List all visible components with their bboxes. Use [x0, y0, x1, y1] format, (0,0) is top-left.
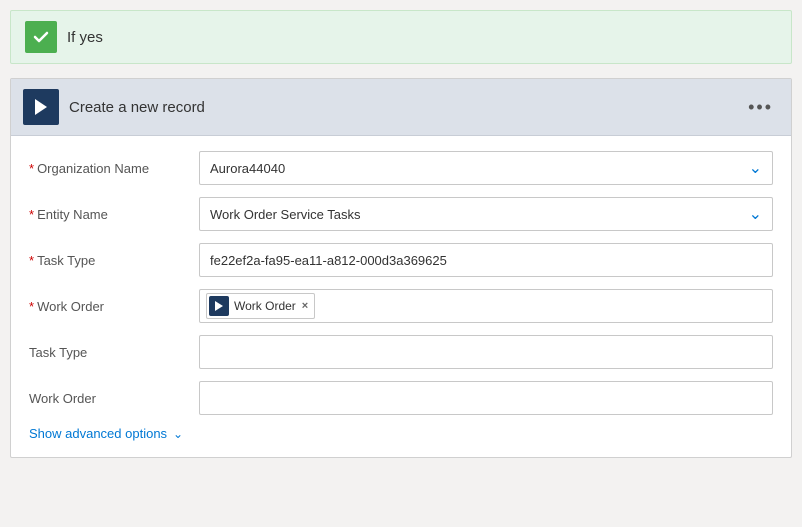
entity-name-label: *Entity Name [29, 207, 199, 222]
work-order-required-label: *Work Order [29, 299, 199, 314]
required-star-2: * [29, 207, 34, 222]
tag-remove-button[interactable]: × [302, 300, 308, 312]
required-star-3: * [29, 253, 34, 268]
tag-action-icon [209, 296, 229, 316]
task-type-required-input[interactable] [199, 243, 773, 277]
task-type-required-label: *Task Type [29, 253, 199, 268]
if-yes-header: If yes [10, 10, 792, 64]
org-name-chevron-icon: ⌄ [749, 158, 762, 178]
entity-name-row: *Entity Name Work Order Service Tasks ⌄ [29, 196, 773, 232]
org-name-label: *Organization Name [29, 161, 199, 176]
work-order-tag: Work Order × [206, 293, 315, 319]
task-type-row: Task Type [29, 334, 773, 370]
work-order-label: Work Order [29, 391, 199, 406]
card-header: Create a new record ••• [11, 79, 791, 136]
advanced-options-row: Show advanced options ⌄ [29, 426, 773, 441]
work-order-control [199, 381, 773, 415]
check-icon [25, 21, 57, 53]
if-yes-label: If yes [67, 29, 103, 46]
task-type-required-row: *Task Type [29, 242, 773, 278]
required-star: * [29, 161, 34, 176]
work-order-row: Work Order [29, 380, 773, 416]
tag-label-text: Work Order [234, 299, 296, 313]
required-star-4: * [29, 299, 34, 314]
task-type-input[interactable] [199, 335, 773, 369]
org-name-control: Aurora44040 ⌄ [199, 151, 773, 185]
org-name-value: Aurora44040 [210, 161, 743, 176]
card-title: Create a new record [69, 99, 742, 116]
action-icon [23, 89, 59, 125]
work-order-input[interactable] [199, 381, 773, 415]
show-advanced-options-button[interactable]: Show advanced options ⌄ [29, 426, 183, 441]
entity-name-control: Work Order Service Tasks ⌄ [199, 197, 773, 231]
more-options-button[interactable]: ••• [742, 94, 779, 120]
work-order-required-control: Work Order × [199, 289, 773, 323]
work-order-tag-field[interactable]: Work Order × [199, 289, 773, 323]
org-name-row: *Organization Name Aurora44040 ⌄ [29, 150, 773, 186]
entity-name-value: Work Order Service Tasks [210, 207, 743, 222]
entity-name-dropdown[interactable]: Work Order Service Tasks ⌄ [199, 197, 773, 231]
org-name-dropdown[interactable]: Aurora44040 ⌄ [199, 151, 773, 185]
task-type-label: Task Type [29, 345, 199, 360]
task-type-control [199, 335, 773, 369]
entity-name-chevron-icon: ⌄ [749, 204, 762, 224]
work-order-required-row: *Work Order Work Order × [29, 288, 773, 324]
advanced-chevron-icon: ⌄ [173, 427, 183, 441]
advanced-options-label: Show advanced options [29, 426, 167, 441]
create-record-card: Create a new record ••• *Organization Na… [10, 78, 792, 458]
task-type-required-control [199, 243, 773, 277]
card-body: *Organization Name Aurora44040 ⌄ *Entity… [11, 136, 791, 457]
